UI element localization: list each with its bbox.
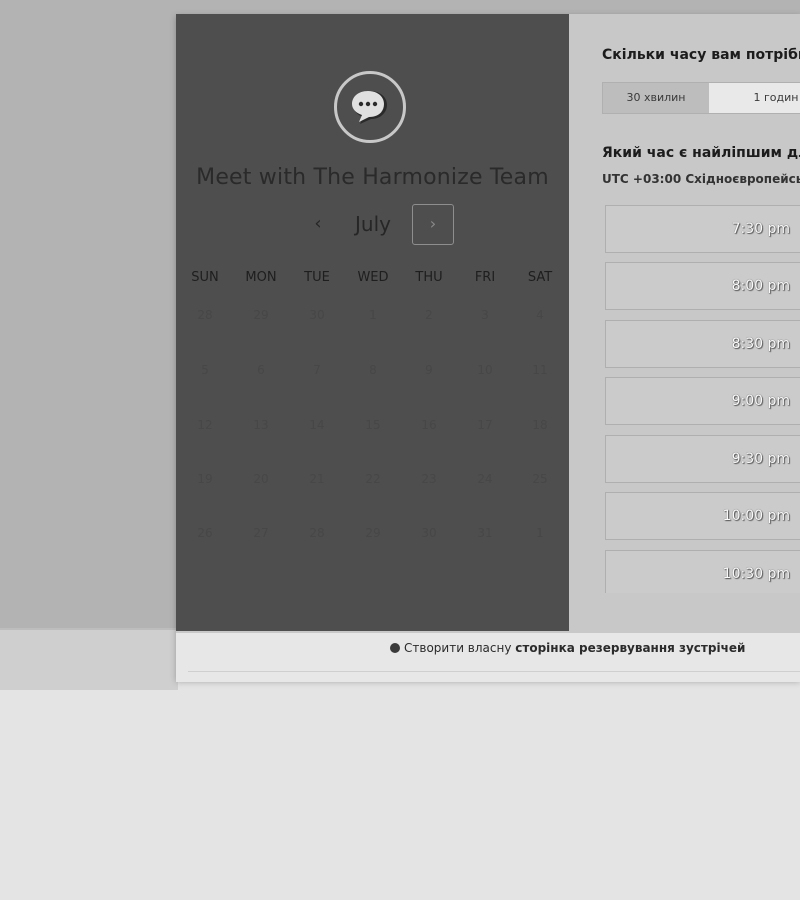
event-title: Meet with The Harmonize Team (196, 165, 549, 190)
chat-bubble-icon (334, 71, 406, 143)
calendar-panel: Meet with The Harmonize Team ‹ July › SU… (176, 14, 569, 631)
booking-modal: Meet with The Harmonize Team ‹ July › SU… (176, 14, 800, 682)
month-navigation: ‹ July › (176, 204, 569, 245)
calendar-day[interactable]: 10 (457, 363, 513, 377)
footer-bar: Створити власну сторінка резервування зу… (176, 631, 800, 682)
calendar-day[interactable]: 22 (345, 472, 401, 486)
month-label: July (355, 212, 391, 236)
weekday-label: THU (415, 270, 443, 285)
time-slot-label: 7:30 pm (731, 221, 790, 237)
calendar-day[interactable]: 28 (177, 308, 233, 322)
calendar-day[interactable]: 28 (289, 526, 345, 540)
weekday-label: WED (357, 270, 389, 285)
time-slot[interactable]: 10:30 pm (605, 550, 800, 593)
time-slot[interactable]: 9:00 pm (605, 377, 800, 425)
duration-1-hour-option[interactable]: 1 годин (709, 83, 800, 113)
calendar-day[interactable]: 18 (512, 418, 568, 432)
footer-link-emphasis: сторінка резервування зустрічей (515, 641, 746, 655)
calendar-day[interactable]: 1 (345, 308, 401, 322)
calendar-day[interactable]: 29 (345, 526, 401, 540)
time-slot[interactable]: 9:30 pm (605, 435, 800, 483)
calendar-day[interactable]: 13 (233, 418, 289, 432)
calendar-day[interactable]: 1 (512, 526, 568, 540)
calendar-day[interactable]: 15 (345, 418, 401, 432)
duration-toggle: 30 хвилин 1 годин (602, 82, 800, 114)
calendar-day[interactable]: 24 (457, 472, 513, 486)
calendar-day[interactable]: 29 (233, 308, 289, 322)
time-slot[interactable]: 7:30 pm (605, 205, 800, 253)
calendar-day[interactable]: 4 (512, 308, 568, 322)
time-slot[interactable]: 8:30 pm (605, 320, 800, 368)
time-slot-label: 9:30 pm (731, 451, 790, 467)
time-slot-label: 10:00 pm (722, 508, 790, 524)
calendar-day[interactable]: 11 (512, 363, 568, 377)
calendar-day[interactable]: 8 (345, 363, 401, 377)
calendar-day[interactable]: 23 (401, 472, 457, 486)
time-slot[interactable]: 8:00 pm (605, 262, 800, 310)
calendar-day[interactable]: 14 (289, 418, 345, 432)
previous-month-button[interactable]: ‹ (298, 204, 338, 245)
calendar-day[interactable]: 17 (457, 418, 513, 432)
time-slot-label: 10:30 pm (722, 566, 790, 582)
calendar-day[interactable]: 3 (457, 308, 513, 322)
footer-link-text: Створити власну (404, 641, 512, 655)
calendar-day[interactable]: 30 (401, 526, 457, 540)
calendar-day[interactable]: 7 (289, 363, 345, 377)
time-slot-label: 8:00 pm (731, 278, 790, 294)
calendar-day[interactable]: 16 (401, 418, 457, 432)
brand-logo-icon (390, 643, 400, 653)
timezone-label[interactable]: UTC +03:00 Східноєвропейський час (602, 172, 800, 186)
footer-divider (188, 671, 800, 672)
weekday-label: FRI (474, 270, 496, 285)
calendar-day[interactable]: 20 (233, 472, 289, 486)
time-question: Який час є найліпшим для вас? (602, 145, 800, 161)
time-slot-label: 9:00 pm (731, 393, 790, 409)
time-slot[interactable]: 10:00 pm (605, 492, 800, 540)
time-slot-list[interactable]: 7:30 pm 8:00 pm 8:30 pm 9:00 pm 9:30 pm … (605, 205, 800, 593)
calendar-day[interactable]: 31 (457, 526, 513, 540)
calendar-day[interactable]: 6 (233, 363, 289, 377)
weekday-label: SAT (527, 270, 553, 285)
page-backdrop-strip (0, 628, 178, 690)
calendar-day[interactable]: 19 (177, 472, 233, 486)
calendar-day[interactable]: 2 (401, 308, 457, 322)
next-month-button[interactable]: › (412, 204, 454, 245)
create-booking-page-link[interactable]: Створити власну сторінка резервування зу… (390, 641, 745, 655)
calendar-day[interactable]: 30 (289, 308, 345, 322)
calendar-day[interactable]: 25 (512, 472, 568, 486)
calendar-day[interactable]: 21 (289, 472, 345, 486)
weekday-label: MON (245, 270, 277, 285)
weekday-label: SUN (191, 270, 219, 285)
time-slot-label: 8:30 pm (731, 336, 790, 352)
duration-question: Скільки часу вам потрібно? (602, 47, 800, 63)
time-selection-panel: Скільки часу вам потрібно? 30 хвилин 1 г… (569, 14, 800, 631)
calendar-day[interactable]: 12 (177, 418, 233, 432)
calendar-day[interactable]: 9 (401, 363, 457, 377)
weekday-label: TUE (304, 270, 330, 285)
calendar-day[interactable]: 5 (177, 363, 233, 377)
calendar-day[interactable]: 27 (233, 526, 289, 540)
duration-30-min-option[interactable]: 30 хвилин (603, 83, 709, 113)
calendar-day[interactable]: 26 (177, 526, 233, 540)
